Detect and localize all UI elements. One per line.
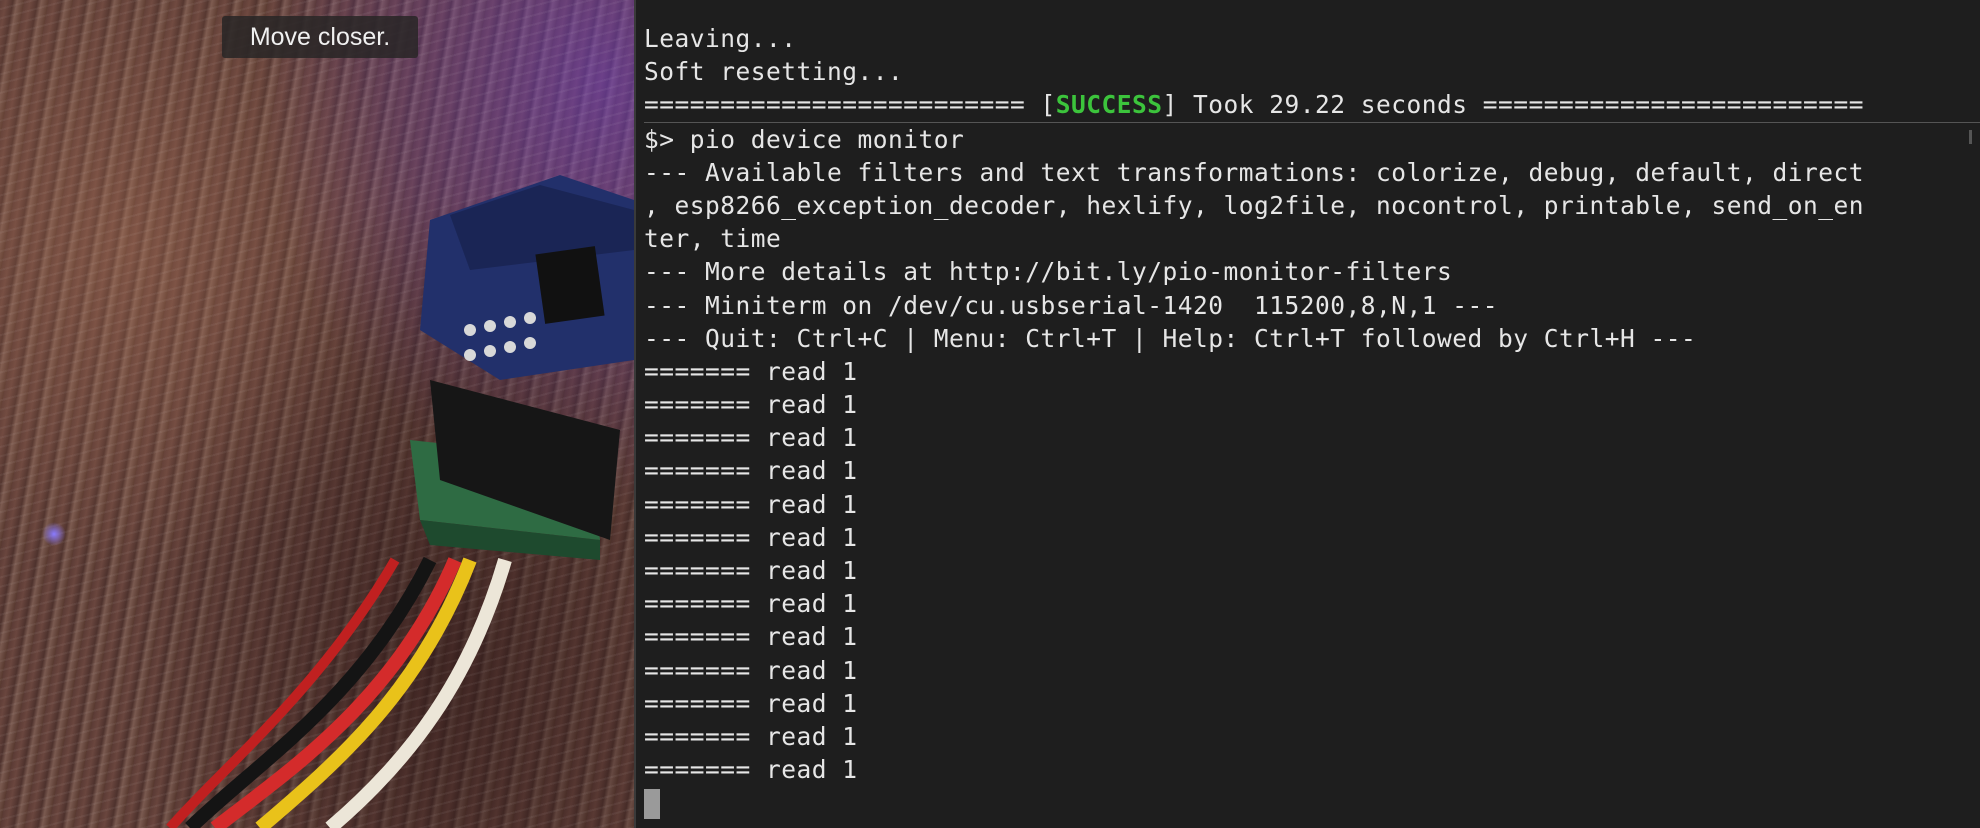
tooltip: Move closer.	[222, 16, 418, 58]
read-line: ======= read 1	[644, 489, 858, 519]
terminal-line: --- More details at http://bit.ly/pio-mo…	[644, 257, 1453, 287]
success-status: SUCCESS	[1055, 90, 1163, 120]
terminal-line: --- Available filters and text transform…	[644, 157, 1865, 187]
read-line: ======= read 1	[644, 423, 858, 453]
read-line: ======= read 1	[644, 390, 858, 420]
terminal-line: Soft resetting...	[644, 57, 904, 87]
camera-feed: Move closer.	[0, 0, 634, 828]
success-banner: ========================= [SUCCESS] Took…	[644, 88, 1980, 121]
read-line: ======= read 1	[644, 688, 858, 718]
banner-right: ] Took 29.22 seconds ===================…	[1162, 90, 1865, 120]
read-line: ======= read 1	[644, 755, 858, 785]
read-line: ======= read 1	[644, 522, 858, 552]
read-line: ======= read 1	[644, 655, 858, 685]
terminal-line: Leaving...	[644, 24, 797, 53]
command-line: $> pio device monitor	[644, 121, 1980, 156]
banner-left: ========================= [	[644, 90, 1056, 120]
read-line: ======= read 1	[644, 589, 858, 619]
terminal-line: ter, time	[644, 224, 782, 254]
terminal-line: --- Quit: Ctrl+C | Menu: Ctrl+T | Help: …	[644, 323, 1697, 353]
text-cursor	[644, 789, 660, 820]
terminal-line: --- Miniterm on /dev/cu.usbserial-1420 1…	[644, 290, 1499, 320]
input-line[interactable]	[644, 786, 1980, 820]
read-line: ======= read 1	[644, 622, 858, 652]
terminal-output: Leaving... Soft resetting... ===========…	[644, 22, 1980, 820]
read-line: ======= read 1	[644, 456, 858, 486]
read-line: ======= read 1	[644, 721, 858, 751]
read-line: ======= read 1	[644, 356, 858, 386]
read-line: ======= read 1	[644, 556, 858, 585]
terminal-line: , esp8266_exception_decoder, hexlify, lo…	[644, 190, 1865, 220]
terminal-window[interactable]: Leaving... Soft resetting... ===========…	[634, 0, 1980, 828]
esp8266-module-image	[166, 175, 634, 828]
